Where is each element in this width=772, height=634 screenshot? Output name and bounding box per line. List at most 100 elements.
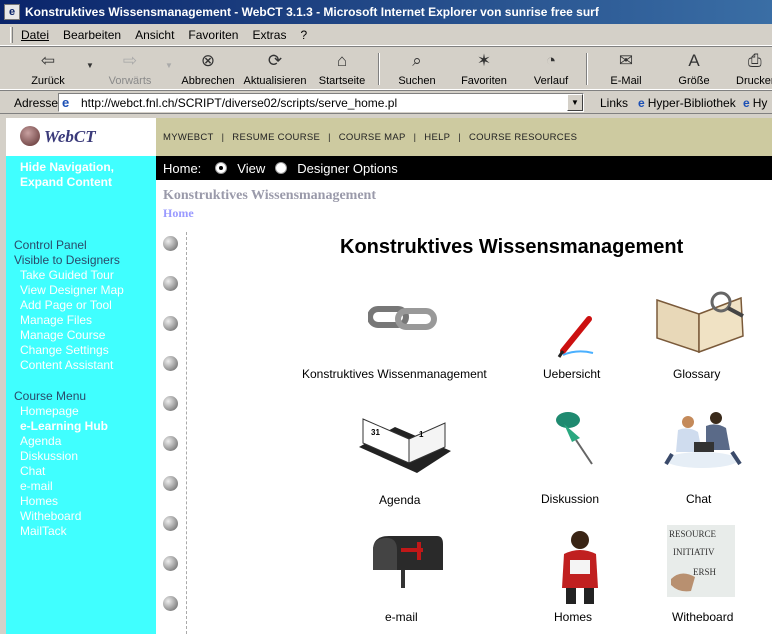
cm-diskussion[interactable]: Diskussion bbox=[20, 449, 78, 464]
mailbox-icon bbox=[373, 536, 443, 588]
control-panel-title[interactable]: Control Panel bbox=[14, 238, 87, 253]
home-icon: ⌂ bbox=[336, 51, 348, 70]
cm-homes[interactable]: Homes bbox=[20, 494, 58, 509]
back-button[interactable]: ⇦ Zurück bbox=[22, 49, 74, 89]
favorites-button[interactable]: ✶ Favoriten bbox=[455, 49, 513, 89]
cm-witheboard[interactable]: Witheboard bbox=[20, 509, 81, 524]
address-input[interactable]: e http://webct.fnl.ch/SCRIPT/diverse02/s… bbox=[58, 93, 584, 112]
cm-chat[interactable]: Chat bbox=[20, 464, 45, 479]
cm-mailtack[interactable]: MailTack bbox=[20, 524, 67, 539]
nav-resume-course[interactable]: RESUME COURSE bbox=[232, 132, 320, 143]
view-radio-label[interactable]: View bbox=[237, 161, 265, 176]
designer-options-label[interactable]: Designer Options bbox=[297, 161, 397, 176]
cp-take-guided-tour[interactable]: Take Guided Tour bbox=[20, 268, 114, 283]
toolbar-separator bbox=[378, 53, 380, 85]
refresh-icon: ⟳ bbox=[267, 51, 283, 70]
home-button[interactable]: ⌂ Startseite bbox=[315, 49, 369, 89]
tile-agenda[interactable]: 31 1 Agenda bbox=[351, 403, 461, 507]
ring-bullet-icon bbox=[163, 516, 178, 531]
notebook-rings bbox=[156, 226, 188, 634]
svg-text:INITIATIV: INITIATIV bbox=[673, 547, 715, 557]
window-title: Konstruktives Wissensmanagement - WebCT … bbox=[25, 5, 599, 19]
nav-course-map[interactable]: COURSE MAP bbox=[339, 132, 406, 143]
menu-help[interactable]: ? bbox=[300, 28, 307, 42]
address-bar: Adresse e http://webct.fnl.ch/SCRIPT/div… bbox=[0, 90, 772, 114]
stop-button[interactable]: ⊗ Abbrechen bbox=[178, 49, 238, 89]
text-size-button[interactable]: A Größe bbox=[668, 49, 720, 89]
hide-navigation-link[interactable]: Hide Navigation, Expand Content bbox=[20, 160, 114, 190]
cp-change-settings[interactable]: Change Settings bbox=[20, 343, 109, 358]
link-hy[interactable]: e Hy bbox=[743, 96, 767, 110]
breadcrumb-home-link[interactable]: Home bbox=[163, 206, 194, 221]
tile-label: Glossary bbox=[673, 367, 721, 381]
cp-manage-course[interactable]: Manage Course bbox=[20, 328, 105, 343]
people-laptop-icon bbox=[664, 412, 742, 468]
cp-content-assistant[interactable]: Content Assistant bbox=[20, 358, 113, 373]
tile-e-mail[interactable]: e-mail bbox=[361, 528, 451, 626]
ie-link-icon: e bbox=[638, 96, 645, 110]
address-dropdown-icon[interactable]: ▼ bbox=[567, 94, 583, 111]
print-button[interactable]: ⎙ Drucken bbox=[736, 49, 772, 89]
visible-to-designers-label: Visible to Designers bbox=[14, 253, 120, 267]
svg-text:31: 31 bbox=[371, 428, 380, 437]
forward-button[interactable]: ⇨ Vorwärts bbox=[100, 49, 160, 89]
cm-agenda[interactable]: Agenda bbox=[20, 434, 61, 449]
menu-bearbeiten[interactable]: Bearbeiten bbox=[63, 28, 121, 42]
pen-icon bbox=[557, 316, 594, 358]
menu-bar: Datei Bearbeiten Ansicht Favoriten Extra… bbox=[0, 24, 772, 46]
ie-link-icon: e bbox=[743, 96, 750, 110]
home-mode-bar: Home: View Designer Options bbox=[156, 156, 772, 180]
tile-diskussion[interactable]: Diskussion bbox=[536, 408, 616, 506]
menubar-grip[interactable] bbox=[10, 26, 13, 43]
forward-dropdown-icon[interactable]: ▼ bbox=[165, 61, 173, 70]
menu-extras[interactable]: Extras bbox=[252, 28, 286, 42]
nav-course-resources[interactable]: COURSE RESOURCES bbox=[469, 132, 577, 143]
links-label[interactable]: Links bbox=[600, 96, 628, 110]
history-icon: ◔ bbox=[545, 51, 557, 70]
course-left-nav: Hide Navigation, Expand Content Control … bbox=[6, 156, 156, 634]
window-titlebar[interactable]: e Konstruktives Wissensmanagement - WebC… bbox=[0, 0, 772, 24]
back-dropdown-icon[interactable]: ▼ bbox=[86, 61, 94, 70]
menu-ansicht[interactable]: Ansicht bbox=[135, 28, 174, 42]
tile-label: Konstruktives Wissenmanagement bbox=[302, 367, 487, 381]
mail-button[interactable]: ✉ E-Mail bbox=[600, 49, 652, 89]
page-content: WebCT MYWEBCT | RESUME COURSE | COURSE M… bbox=[6, 118, 772, 634]
menu-favoriten[interactable]: Favoriten bbox=[188, 28, 238, 42]
menu-datei[interactable]: Datei bbox=[21, 28, 49, 42]
ie-app-icon[interactable]: e bbox=[4, 4, 20, 20]
cm-homepage[interactable]: Homepage bbox=[20, 404, 79, 419]
cp-manage-files[interactable]: Manage Files bbox=[20, 313, 92, 328]
tile-homes[interactable]: Homes bbox=[546, 528, 616, 626]
tile-label: Uebersicht bbox=[543, 367, 601, 381]
history-button[interactable]: ◔ Verlauf bbox=[528, 49, 574, 89]
tile-chat[interactable]: Chat bbox=[656, 408, 746, 506]
designer-options-radio[interactable] bbox=[275, 162, 288, 174]
nav-mywebct[interactable]: MYWEBCT bbox=[163, 132, 214, 143]
link-hyper-bibliothek[interactable]: e Hyper-Bibliothek bbox=[638, 96, 736, 110]
course-menu-title: Course Menu bbox=[14, 389, 87, 403]
hide-nav-line: Hide Navigation, bbox=[20, 160, 115, 174]
cp-view-designer-map[interactable]: View Designer Map bbox=[20, 283, 124, 298]
svg-text:ERSH: ERSH bbox=[693, 567, 717, 577]
search-button[interactable]: ⌕ Suchen bbox=[392, 49, 442, 89]
text-size-icon: A bbox=[688, 51, 700, 70]
ring-bullet-icon bbox=[163, 476, 178, 491]
cm-e-mail[interactable]: e-mail bbox=[20, 479, 53, 494]
tile-label: Witheboard bbox=[672, 610, 734, 624]
webct-globe-icon bbox=[20, 126, 40, 146]
tile-label: Agenda bbox=[379, 493, 421, 507]
address-url[interactable]: http://webct.fnl.ch/SCRIPT/diverse02/scr… bbox=[81, 96, 397, 110]
tile-witheboard[interactable]: RESOURCE INITIATIV ERSH Witheboard bbox=[659, 523, 749, 626]
address-label: Adresse bbox=[14, 96, 59, 110]
home-mode-label: Home: bbox=[163, 160, 202, 176]
cm-e-learning-hub[interactable]: e-Learning Hub bbox=[20, 419, 108, 434]
tile-konstruktives-wissenmanagement[interactable]: Konstruktives Wissenmanagement bbox=[296, 293, 516, 383]
nav-help[interactable]: HELP bbox=[424, 132, 450, 143]
tile-uebersicht[interactable]: Uebersicht bbox=[531, 313, 621, 383]
refresh-button[interactable]: ⟳ Aktualisieren bbox=[242, 49, 308, 89]
tile-glossary[interactable]: Glossary bbox=[651, 280, 751, 384]
view-radio[interactable] bbox=[215, 162, 228, 174]
cp-add-page-or-tool[interactable]: Add Page or Tool bbox=[20, 298, 112, 313]
course-top-nav: MYWEBCT | RESUME COURSE | COURSE MAP | H… bbox=[156, 118, 772, 156]
webct-logo[interactable]: WebCT bbox=[6, 118, 156, 156]
